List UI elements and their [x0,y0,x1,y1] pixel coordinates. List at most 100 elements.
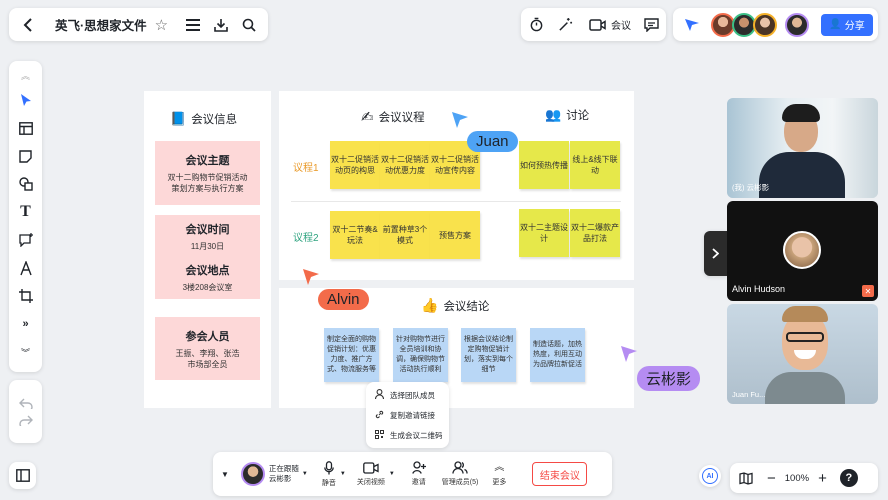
menu-item-copy-link[interactable]: 复制邀请链接 [366,405,449,425]
agenda-divider [291,201,621,202]
chevron-down-icon[interactable]: ▼ [302,471,308,477]
cursor-yunbin-icon [621,346,637,362]
comment-add-icon[interactable] [12,226,40,254]
video-camera-icon[interactable] [589,18,606,31]
stop-video-button[interactable]: 关闭视频 [357,452,385,496]
menu-icon[interactable] [186,18,201,31]
chevron-down-icon[interactable]: ▼ [340,471,346,477]
end-meeting-button[interactable]: 结束会议 [532,462,588,486]
magic-wand-icon[interactable] [558,17,573,32]
ai-assistant-button[interactable]: AI [699,465,721,487]
chevron-up-icon: ︽ [494,461,505,473]
share-button[interactable]: 👤 分享 [821,13,873,36]
share-person-icon: 👤 [829,19,842,30]
avatar[interactable] [753,12,777,37]
attendees-heading: 参会人员 [185,330,230,343]
manage-members-button[interactable]: 管理成员(5) [442,452,478,496]
video-tile-alvin[interactable]: Alvin Hudson ✕ [727,201,878,301]
meeting-label[interactable]: 会议 [611,17,631,32]
sticky-note[interactable]: 前置种草3个模式 [380,211,430,259]
chevron-right-icon [712,248,719,259]
redo-icon[interactable] [18,415,33,426]
zoom-out-icon[interactable]: − [767,470,776,487]
time-value: 11月30日 [190,242,225,251]
sticky-note[interactable]: 制造话题，加热热度，利用互动为品牌拉新促活 [530,328,585,382]
download-icon[interactable] [214,18,228,32]
time-place-card[interactable]: 会议时间 11月30日 会议地点 3楼208会议室 [155,215,260,299]
chevron-down-icon[interactable]: ▼ [221,470,229,479]
star-icon[interactable]: ☆ [155,16,168,34]
video-name-alvin: Alvin Hudson [732,284,786,294]
conclusion-title: 👍 会议结论 [421,297,490,313]
topic-text-1: 双十二购物节促销活动 [167,173,248,182]
zoom-in-icon[interactable]: + [818,470,827,487]
menu-item-select-members[interactable]: 选择团队成员 [366,385,449,405]
more-tools-icon[interactable]: » [12,310,40,338]
time-heading: 会议时间 [185,224,230,236]
thumbs-up-icon: 👍 [421,297,439,313]
sticky-note[interactable]: 双十二爆款产品打法 [570,209,620,257]
pencil-icon: ✍ [361,109,374,126]
zoom-controls: − 100% + ? [730,463,878,493]
invite-button[interactable]: 邀请 [412,452,426,496]
expand-down-icon[interactable]: ︾ [12,338,40,366]
document-title[interactable]: 英飞·思想家文件 [55,15,147,34]
collapse-up-icon[interactable]: ︽ [21,69,30,82]
add-user-icon [411,461,426,474]
text-tool-icon[interactable]: T [12,198,40,226]
map-icon[interactable] [739,471,753,485]
link-icon [375,410,384,421]
cursor-alvin-icon [303,269,319,285]
timer-icon[interactable] [529,17,544,32]
meeting-info-panel: 📘 会议信息 会议主题 双十二购物节促销活动 策划方案与执行方案 会议时间 11… [144,91,271,408]
search-icon[interactable] [242,18,256,32]
cursor-label-juan: Juan [467,131,518,152]
pen-tool-icon[interactable] [12,254,40,282]
discuss-title: 👥 讨论 [545,107,590,122]
sticky-note[interactable]: 线上&线下联动 [570,141,620,189]
sticky-note[interactable]: 双十二主题设计 [519,209,569,257]
video-tile-juan[interactable]: Juan Fu... [727,304,878,404]
shapes-icon[interactable] [12,170,40,198]
back-arrow-icon[interactable] [19,17,37,32]
topic-card[interactable]: 会议主题 双十二购物节促销活动 策划方案与执行方案 [155,141,260,205]
sticky-note[interactable]: 双十二促销活动页的构思 [330,141,380,189]
attendees-text-2: 市场部全员 [187,359,228,369]
frame-layout-icon[interactable] [12,114,40,142]
sticky-note[interactable]: 双十二节奏&玩法 [330,211,380,259]
chat-icon[interactable] [644,17,659,32]
select-pointer-icon[interactable] [12,86,40,114]
book-icon: 📘 [170,111,187,126]
help-icon[interactable]: ? [839,469,858,487]
person-glasses [786,332,824,342]
sticky-note[interactable]: 如何预热传播 [519,141,569,189]
zoom-level[interactable]: 100% [785,473,809,484]
avatar [240,462,265,486]
sticky-note[interactable]: 针对购物节进行全员培训和协调，确保购物节活动执行顺利 [393,328,448,382]
undo-icon[interactable] [18,398,33,409]
sidebar-toggle[interactable] [9,462,36,489]
sticky-note[interactable]: 制定全面的购物促销计划：优惠力度、推广方式、物流服务等 [324,328,379,382]
invite-popup-menu: 选择团队成员 复制邀请链接 生成会议二维码 [366,382,449,448]
video-tile-self[interactable]: (我) 云彬影 [727,98,878,198]
following-status[interactable]: 正在跟随 云彬影 [269,464,299,484]
avatar[interactable] [785,12,809,37]
members-icon [452,461,468,474]
history-toolbar [9,380,42,443]
crop-frame-icon[interactable] [12,282,40,310]
meeting-tools: 会议 [521,8,666,41]
sticky-note[interactable]: 预售方案 [430,211,480,259]
person-body [759,152,845,198]
sticky-note-icon[interactable] [12,142,40,170]
menu-item-qrcode[interactable]: 生成会议二维码 [366,425,449,445]
mute-button[interactable]: 静音 [322,452,336,496]
collapse-videos-button[interactable] [704,231,727,276]
follow-cursor-icon[interactable] [684,18,700,32]
more-button[interactable]: ︽ 更多 [492,452,506,496]
sticky-note[interactable]: 双十二促销活动优惠力度 [380,141,430,189]
video-name-juan: Juan Fu... [732,390,766,399]
sticky-note[interactable]: 根据会议结论制定购物促销计划，落实到每个细节 [461,328,516,382]
avatar [783,231,821,269]
chevron-down-icon[interactable]: ▼ [389,471,395,477]
attendees-card[interactable]: 参会人员 王振、李翔、张浩 市场部全员 [155,317,260,380]
